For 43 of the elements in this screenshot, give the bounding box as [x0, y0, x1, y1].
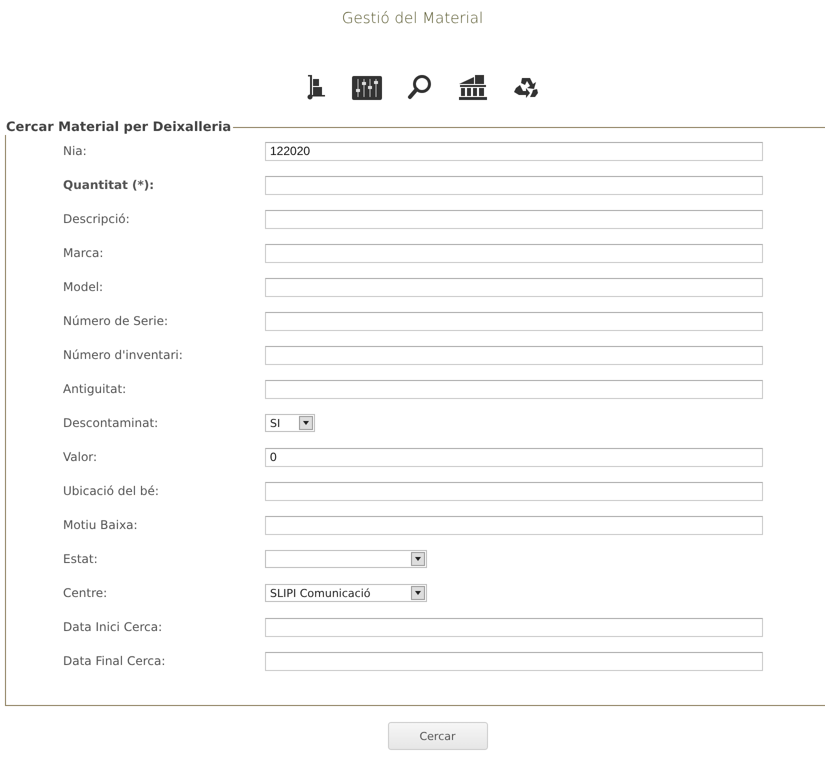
field-label: Descontaminat:	[62, 416, 160, 430]
dropdown[interactable]	[265, 550, 427, 568]
field-label: Nia:	[62, 144, 88, 158]
field-label: Descripció:	[62, 212, 131, 226]
caret-icon	[303, 421, 309, 425]
field-label: Quantitat (*):	[62, 178, 156, 192]
sliders-icon[interactable]	[352, 76, 382, 100]
field-label: Número d'inventari:	[62, 348, 184, 362]
input-field[interactable]	[265, 652, 763, 670]
input-field[interactable]	[265, 210, 763, 228]
field-label: Marca:	[62, 246, 104, 260]
input-field[interactable]: 0	[265, 448, 763, 466]
field-label: Data Inici Cerca:	[62, 620, 164, 634]
field-label: Motiu Baixa:	[62, 518, 139, 532]
dropdown[interactable]: SI	[265, 414, 315, 432]
input-field[interactable]	[265, 380, 763, 398]
input-field[interactable]	[265, 618, 763, 636]
building-icon[interactable]	[458, 74, 488, 100]
field-label: Valor:	[62, 450, 98, 464]
input-field[interactable]	[265, 278, 763, 296]
input-field[interactable]	[265, 516, 763, 534]
field-label: Model:	[62, 280, 104, 294]
search-button[interactable]: Cercar	[388, 722, 488, 750]
input-field[interactable]	[265, 244, 763, 262]
field-label: Antiguitat:	[62, 382, 128, 396]
field-label: Número de Serie:	[62, 314, 169, 328]
input-field[interactable]	[265, 346, 763, 364]
hand-truck-icon[interactable]	[306, 74, 326, 100]
input-field[interactable]	[265, 482, 763, 500]
caret-icon	[415, 591, 421, 595]
dropdown[interactable]: SLIPI Comunicació	[265, 584, 427, 602]
input-field[interactable]	[265, 176, 763, 194]
field-label: Estat:	[62, 552, 99, 566]
field-label: Data Final Cerca:	[62, 654, 166, 668]
input-field[interactable]	[265, 312, 763, 330]
field-label: Ubicació del bé:	[62, 484, 160, 498]
field-label: Centre:	[62, 586, 108, 600]
caret-icon	[415, 557, 421, 561]
search-icon[interactable]	[406, 74, 432, 100]
panel-legend: Cercar Material per Deixalleria	[4, 120, 234, 135]
page-title: Gestió del Material	[342, 9, 484, 27]
input-field[interactable]: 122020	[265, 142, 763, 160]
recycle-icon[interactable]	[512, 76, 538, 100]
